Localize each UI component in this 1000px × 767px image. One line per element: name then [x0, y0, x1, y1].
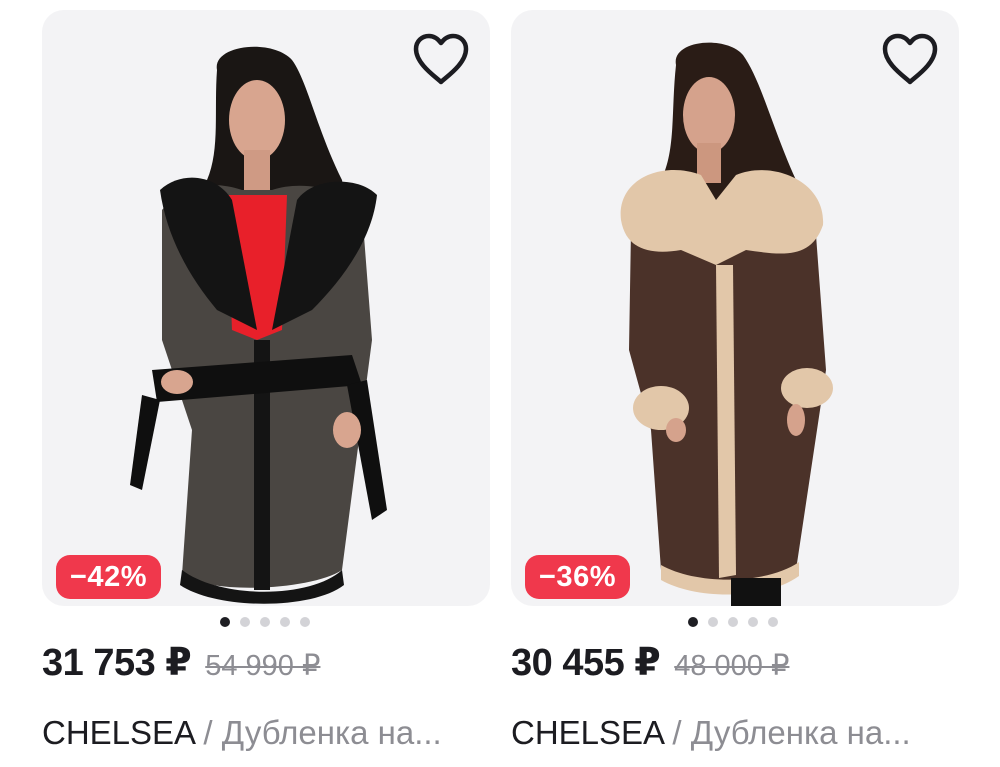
- pagination-dot-active[interactable]: [688, 617, 698, 627]
- discount-badge: −36%: [525, 555, 630, 599]
- price-row: 30 455 ₽ 48 000 ₽: [511, 640, 789, 692]
- title-separator: /: [194, 714, 222, 751]
- product-card[interactable]: −42% 31 753 ₽ 54 990 ₽ CHELSEA / Дубленк…: [42, 0, 492, 767]
- product-image-sheepskin-coat-beige-fur: [620, 42, 833, 606]
- photo-pagination[interactable]: [220, 617, 310, 627]
- discount-badge: −42%: [56, 555, 161, 599]
- product-title[interactable]: CHELSEA / Дубленка на...: [511, 708, 961, 758]
- pagination-dot[interactable]: [728, 617, 738, 627]
- product-name: Дубленка на...: [690, 714, 911, 751]
- pagination-dot[interactable]: [748, 617, 758, 627]
- pagination-dot[interactable]: [708, 617, 718, 627]
- title-separator: /: [663, 714, 691, 751]
- product-name: Дубленка на...: [221, 714, 442, 751]
- product-title[interactable]: CHELSEA / Дубленка на...: [42, 708, 492, 758]
- old-price: 48 000 ₽: [674, 650, 790, 682]
- price-row: 31 753 ₽ 54 990 ₽: [42, 640, 320, 692]
- product-image-sheepskin-coat-black-fur: [130, 46, 387, 604]
- heart-outline-icon[interactable]: [412, 32, 470, 86]
- pagination-dot[interactable]: [240, 617, 250, 627]
- pagination-dot[interactable]: [300, 617, 310, 627]
- brand-name: CHELSEA: [511, 714, 664, 751]
- pagination-dot[interactable]: [768, 617, 778, 627]
- pagination-dot-active[interactable]: [220, 617, 230, 627]
- photo-pagination[interactable]: [688, 617, 778, 627]
- product-card[interactable]: −36% 30 455 ₽ 48 000 ₽ CHELSEA / Дубленк…: [511, 0, 961, 767]
- old-price: 54 990 ₽: [205, 650, 321, 682]
- brand-name: CHELSEA: [42, 714, 195, 751]
- heart-outline-icon[interactable]: [881, 32, 939, 86]
- product-photo[interactable]: −36%: [511, 10, 959, 606]
- current-price: 31 753 ₽: [42, 642, 192, 684]
- pagination-dot[interactable]: [260, 617, 270, 627]
- current-price: 30 455 ₽: [511, 642, 661, 684]
- product-grid: −42% 31 753 ₽ 54 990 ₽ CHELSEA / Дубленк…: [0, 0, 1000, 767]
- product-photo[interactable]: −42%: [42, 10, 490, 606]
- pagination-dot[interactable]: [280, 617, 290, 627]
